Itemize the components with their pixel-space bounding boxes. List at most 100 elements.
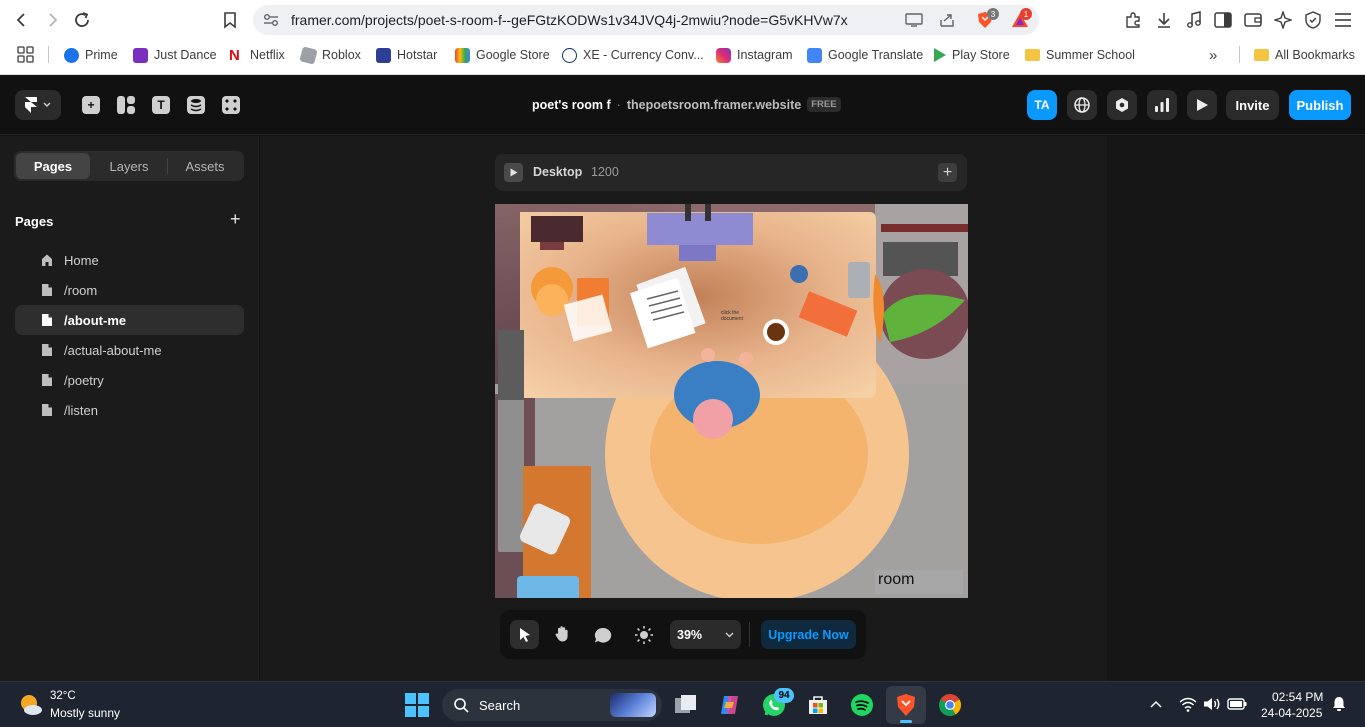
project-header[interactable]: poet's room f · thepoetsroom.framer.webs… (532, 97, 841, 112)
weather-temperature: 32°C (50, 690, 76, 702)
canvas-toolbar: 39% Upgrade Now (500, 610, 866, 659)
clock-date[interactable]: 24-04-2025 (1261, 706, 1322, 720)
wifi-icon[interactable] (1179, 696, 1197, 712)
bookmark-google-store[interactable]: Google Store (455, 46, 550, 64)
brave-taskbar-button[interactable] (886, 686, 926, 724)
sidebar-toggle-icon[interactable] (1212, 9, 1234, 31)
extensions-icon[interactable] (1122, 9, 1144, 31)
browser-chrome: framer.com/projects/poet-s-room-f--geFGt… (0, 0, 1365, 75)
vpn-icon[interactable] (1302, 9, 1324, 31)
downloads-icon[interactable] (1153, 9, 1175, 31)
forward-button[interactable] (40, 8, 64, 32)
page-item-actual-about-me[interactable]: /actual-about-me (15, 335, 244, 365)
bookmark-play-store[interactable]: Play Store (934, 46, 1010, 64)
publish-button[interactable]: Publish (1289, 90, 1351, 120)
page-item-about-me[interactable]: /about-me (15, 305, 244, 335)
battery-icon[interactable] (1227, 697, 1247, 711)
all-bookmarks-button[interactable]: All Bookmarks (1254, 46, 1355, 64)
bookmark-label: Hotstar (397, 48, 438, 62)
page-item-listen[interactable]: /listen (15, 395, 244, 425)
hand-tool-button[interactable] (551, 623, 573, 645)
user-avatar[interactable]: TA (1027, 90, 1057, 120)
bookmark-netflix[interactable]: N Netflix (229, 46, 285, 64)
site-domain[interactable]: thepoetsroom.framer.website (627, 98, 801, 112)
comment-tool-button[interactable] (592, 624, 614, 646)
settings-button[interactable] (1107, 90, 1137, 120)
framer-menu-button[interactable] (15, 90, 61, 120)
select-tool-button[interactable] (510, 620, 539, 649)
page-label: /actual-about-me (64, 343, 162, 358)
page-item-home[interactable]: Home (15, 245, 244, 275)
bookmark-star-button[interactable] (218, 8, 242, 32)
breakpoint-header[interactable]: Desktop 1200 + (495, 154, 967, 191)
leo-ai-icon[interactable] (1272, 9, 1294, 31)
chrome-icon (939, 694, 961, 716)
invite-button[interactable]: Invite (1226, 90, 1279, 120)
bookmark-instagram[interactable]: Instagram (716, 46, 793, 64)
microsoft-store-button[interactable] (803, 690, 833, 720)
chrome-button[interactable] (935, 690, 965, 720)
bookmarks-overflow-button[interactable]: » (1209, 46, 1217, 64)
bookmark-roblox[interactable]: Roblox (299, 45, 361, 65)
site-settings-button[interactable] (1067, 90, 1097, 120)
spotify-button[interactable] (847, 690, 877, 720)
zoom-select[interactable]: 39% (670, 620, 741, 649)
notifications-icon[interactable] (1331, 696, 1347, 712)
page-item-poetry[interactable]: /poetry (15, 365, 244, 395)
bookmark-google-translate[interactable]: Google Translate (807, 46, 923, 64)
bookmark-just-dance[interactable]: Just Dance (133, 46, 217, 64)
page-icon (42, 344, 52, 356)
bookmark-summer-school[interactable]: Summer School (1025, 46, 1135, 64)
media-controls-icon[interactable] (1183, 9, 1205, 31)
brave-icon (897, 694, 915, 716)
desktop-frame-preview[interactable]: click the document room (495, 204, 968, 598)
clock-time[interactable]: 02:54 PM (1272, 690, 1323, 704)
theme-toggle-button[interactable] (632, 623, 656, 647)
show-hidden-icons-button[interactable] (1148, 696, 1164, 712)
url-text[interactable]: framer.com/projects/poet-s-room-f--geFGt… (291, 12, 848, 28)
preview-breakpoint-button[interactable] (504, 163, 523, 182)
layout-button[interactable] (116, 95, 136, 115)
volume-icon[interactable] (1203, 696, 1221, 712)
just-dance-favicon-icon (133, 47, 148, 63)
brave-rewards-badge: 1 (1020, 8, 1032, 20)
menu-icon[interactable] (1332, 9, 1354, 31)
preview-button[interactable] (1187, 90, 1217, 120)
play-store-favicon-icon (934, 48, 946, 62)
wallet-icon[interactable] (1242, 9, 1264, 31)
canvas[interactable]: Desktop 1200 + click the document room 3… (260, 136, 1107, 681)
task-view-button[interactable] (671, 690, 701, 720)
bookmark-prime[interactable]: Prime (64, 46, 118, 64)
weather-icon[interactable] (18, 692, 44, 718)
tab-assets[interactable]: Assets (168, 153, 242, 179)
add-page-button[interactable]: + (230, 210, 241, 228)
components-button[interactable] (221, 95, 241, 115)
analytics-button[interactable] (1147, 90, 1177, 120)
tab-pages[interactable]: Pages (16, 153, 90, 179)
bookmark-xe[interactable]: XE - Currency Conv... (562, 46, 704, 64)
bookmark-label: Summer School (1046, 48, 1135, 62)
room-caption: room (878, 571, 915, 588)
upgrade-now-button[interactable]: Upgrade Now (761, 620, 856, 649)
insert-button[interactable]: + (81, 95, 101, 115)
cast-icon[interactable] (904, 11, 924, 29)
share-icon[interactable] (937, 11, 957, 29)
reload-button[interactable] (70, 8, 94, 32)
copilot-button[interactable] (715, 690, 745, 720)
address-bar[interactable]: framer.com/projects/poet-s-room-f--geFGt… (253, 5, 1039, 35)
site-settings-icon[interactable] (261, 11, 281, 29)
start-button[interactable] (402, 690, 432, 720)
bookmark-label: Roblox (322, 48, 361, 62)
add-breakpoint-button[interactable]: + (938, 163, 957, 182)
active-app-indicator (900, 720, 912, 723)
cms-button[interactable] (186, 95, 206, 115)
page-item-room[interactable]: /room (15, 275, 244, 305)
taskbar-search[interactable]: Search (442, 689, 662, 721)
apps-grid-icon[interactable] (17, 46, 34, 63)
tab-layers[interactable]: Layers (92, 153, 166, 179)
back-button[interactable] (10, 8, 34, 32)
text-button[interactable]: T (151, 95, 171, 115)
page-label: /listen (64, 403, 98, 418)
bookmarks-divider (48, 46, 49, 63)
bookmark-hotstar[interactable]: Hotstar (376, 46, 437, 64)
